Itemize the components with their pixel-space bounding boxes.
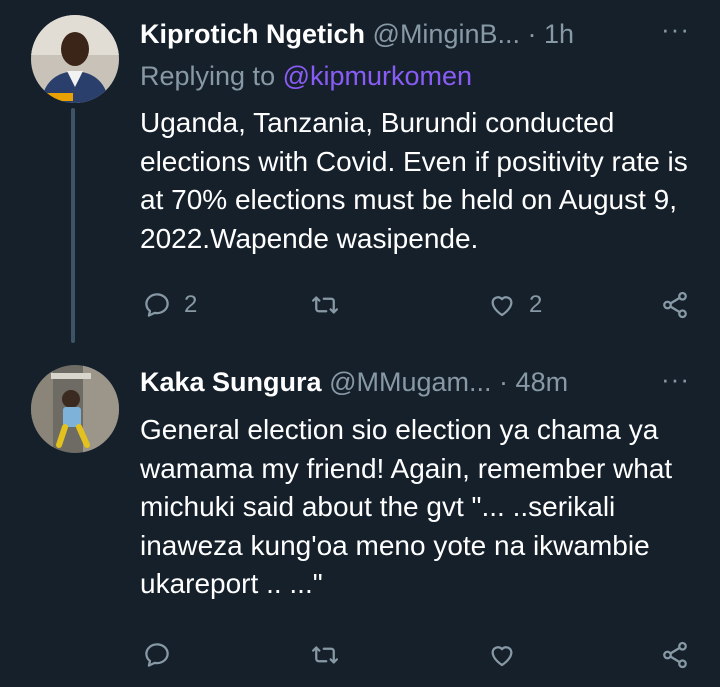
share-button[interactable] xyxy=(660,285,690,325)
retweet-button[interactable] xyxy=(310,285,352,325)
share-icon xyxy=(663,291,687,319)
share-button[interactable] xyxy=(660,635,690,675)
display-name[interactable]: Kiprotich Ngetich xyxy=(140,19,365,49)
avatar-kaka[interactable] xyxy=(31,365,119,453)
tweet-actions xyxy=(0,635,720,675)
separator-dot: · xyxy=(499,367,509,397)
tweet-text: General election sio election ya chama y… xyxy=(140,414,673,599)
reply-icon xyxy=(145,293,169,317)
more-icon[interactable]: ··· xyxy=(661,14,690,45)
avatar-image xyxy=(31,365,119,453)
retweet-icon xyxy=(312,646,338,664)
display-name[interactable]: Kaka Sungura xyxy=(140,367,322,397)
like-button[interactable] xyxy=(487,635,529,675)
reply-button[interactable] xyxy=(142,635,184,675)
replying-prefix: Replying to xyxy=(140,61,276,91)
reply-button[interactable]: 2 xyxy=(142,285,197,325)
retweet-button[interactable] xyxy=(310,635,352,675)
reply-count: 2 xyxy=(184,291,198,318)
share-icon xyxy=(663,641,687,669)
separator-dot: · xyxy=(527,19,537,49)
heart-icon xyxy=(491,646,513,667)
avatar-kiprotich[interactable] xyxy=(31,15,119,103)
avatar-image xyxy=(31,15,119,103)
like-count: 2 xyxy=(529,291,543,318)
heart-icon xyxy=(491,296,513,317)
mention-link[interactable]: @kipmurkomen xyxy=(283,61,472,91)
tweet-time[interactable]: 48m xyxy=(516,367,569,397)
reply-icon xyxy=(145,643,169,667)
user-handle[interactable]: @MinginB... xyxy=(373,19,520,49)
like-button[interactable]: 2 xyxy=(487,285,542,325)
tweet-header: Kiprotich Ngetich @MinginB... · 1h xyxy=(140,18,574,50)
retweet-icon xyxy=(312,296,338,314)
tweet-actions: 2 2 xyxy=(0,285,720,325)
tweet-header: Kaka Sungura @MMugam... · 48m xyxy=(140,366,568,398)
more-icon[interactable]: ··· xyxy=(661,364,690,395)
tweet-time[interactable]: 1h xyxy=(544,19,574,49)
tweet-text: Uganda, Tanzania, Burundi conducted elec… xyxy=(140,107,688,254)
replying-to: Replying to @kipmurkomen xyxy=(140,60,472,92)
user-handle[interactable]: @MMugam... xyxy=(329,367,491,397)
